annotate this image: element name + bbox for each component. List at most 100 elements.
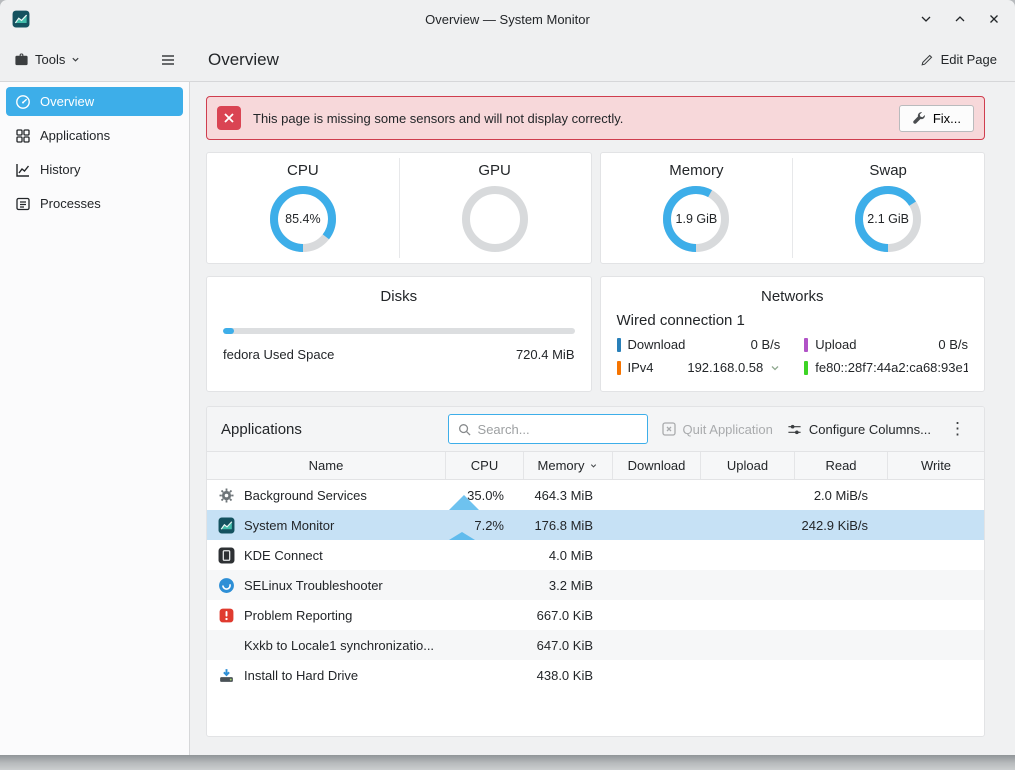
applications-table-body: Background Services 35.0% 464.3 MiB 2.0 … [207,480,984,690]
configure-columns-icon [787,422,802,437]
table-row-selinux-troubleshooter[interactable]: SELinux Troubleshooter 3.2 MiB [207,570,984,600]
close-button[interactable] [985,10,1003,28]
network-ipv6: fe80::28f7:44a2:ca68:93e1 [804,360,968,375]
sidebar-item-overview[interactable]: Overview [6,87,183,116]
sensor-title: Memory [669,162,723,179]
column-header-download[interactable]: Download [613,452,701,479]
edit-page-button[interactable]: Edit Page [920,52,997,67]
minimize-button[interactable] [917,10,935,28]
cell-upload [701,630,795,660]
networks-card: Networks Wired connection 1 Download 0 B… [600,276,986,392]
process-name: Install to Hard Drive [244,668,358,683]
upload-color-swatch [804,338,808,352]
cell-write [888,600,984,630]
chart-line-icon [15,162,31,178]
gauge-value [460,184,530,254]
disk-label: fedora Used Space [223,347,334,362]
network-upload: Upload 0 B/s [804,337,968,352]
cell-write [888,660,984,690]
gpu-gauge [460,184,530,254]
sensor-title: CPU [287,162,319,179]
expand-addresses-icon[interactable] [770,363,780,373]
column-header-name[interactable]: Name [207,452,446,479]
selinux-troubleshooter-icon [218,577,235,594]
table-row-background-services[interactable]: Background Services 35.0% 464.3 MiB 2.0 … [207,480,984,510]
column-header-read[interactable]: Read [795,452,888,479]
cell-download [613,570,701,600]
cell-memory: 3.2 MiB [524,570,613,600]
cell-read [795,600,888,630]
connection-name: Wired connection 1 [617,312,969,329]
cell-download [613,540,701,570]
swap-gauge: 2.1 GiB [853,184,923,254]
cell-upload [701,570,795,600]
networks-title: Networks [617,288,969,305]
ipv4-color-swatch [617,361,621,375]
edit-page-label: Edit Page [941,52,997,67]
process-list-icon [15,196,31,212]
search-input[interactable] [478,422,638,437]
cell-upload [701,660,795,690]
gauge-value: 1.9 GiB [661,184,731,254]
problem-reporting-icon [218,607,235,624]
memory-gauge: 1.9 GiB [661,184,731,254]
cell-cpu: 7.2% [446,510,524,540]
titlebar[interactable]: Overview — System Monitor [0,0,1015,38]
desktop-background [0,755,1015,770]
table-row-kde-connect[interactable]: KDE Connect 4.0 MiB [207,540,984,570]
column-header-cpu[interactable]: CPU [446,452,524,479]
search-field[interactable] [448,414,648,444]
toolbar: Tools Overview Edit Page [0,38,1015,82]
process-name: Kxkb to Locale1 synchronizatio... [244,638,434,653]
ipv4-value: 192.168.0.58 [687,360,763,375]
cell-write [888,630,984,660]
table-row-kxkb[interactable]: Kxkb to Locale1 synchronizatio... 647.0 … [207,630,984,660]
column-header-memory[interactable]: Memory [524,452,613,479]
column-header-write[interactable]: Write [888,452,984,479]
cell-read: 2.0 MiB/s [795,480,888,510]
maximize-button[interactable] [951,10,969,28]
cell-upload [701,540,795,570]
sidebar-item-processes[interactable]: Processes [6,189,183,218]
quit-application-label: Quit Application [683,422,773,437]
applications-panel: Applications Quit Application [206,406,985,737]
gauge-icon [15,94,31,110]
sidebar-item-applications[interactable]: Applications [6,121,183,150]
download-color-swatch [617,338,621,352]
quit-application-button[interactable]: Quit Application [662,422,773,437]
sensor-swap: Swap 2.1 GiB [792,153,984,263]
fix-button-label: Fix... [933,111,961,126]
upload-label: Upload [815,337,856,352]
table-row-problem-reporting[interactable]: Problem Reporting 667.0 KiB [207,600,984,630]
process-name: System Monitor [244,518,334,533]
tools-menu-button[interactable]: Tools [14,52,80,67]
cell-read [795,660,888,690]
sidebar: Overview Applications History Processes [0,82,190,755]
cell-read: 242.9 KiB/s [795,510,888,540]
network-stats: Download 0 B/s Upload 0 B/s IPv4 192.168… [617,337,969,375]
cell-cpu [446,660,524,690]
cell-cpu [446,600,524,630]
sensor-memory: Memory 1.9 GiB [601,153,793,263]
cell-upload [701,480,795,510]
blank-icon [218,637,235,654]
table-row-install-to-hard-drive[interactable]: Install to Hard Drive 438.0 KiB [207,660,984,690]
column-header-upload[interactable]: Upload [701,452,795,479]
overflow-menu-button[interactable]: ⋮ [945,419,970,439]
memory-swap-card: Memory 1.9 GiB Swap [600,152,986,264]
overview-page: This page is missing some sensors and wi… [190,82,1015,755]
grid-icon [15,128,31,144]
hamburger-menu-button[interactable] [160,52,176,68]
fix-button[interactable]: Fix... [899,105,974,132]
cell-upload [701,510,795,540]
configure-columns-button[interactable]: Configure Columns... [787,422,931,437]
cell-write [888,540,984,570]
wrench-icon [912,111,926,125]
sidebar-item-label: Overview [40,94,94,109]
cell-memory: 176.8 MiB [524,510,613,540]
sidebar-item-history[interactable]: History [6,155,183,184]
cell-download [613,510,701,540]
window-controls [917,10,1003,28]
table-row-system-monitor[interactable]: System Monitor 7.2% 176.8 MiB 242.9 KiB/… [207,510,984,540]
upload-value: 0 B/s [938,337,968,352]
